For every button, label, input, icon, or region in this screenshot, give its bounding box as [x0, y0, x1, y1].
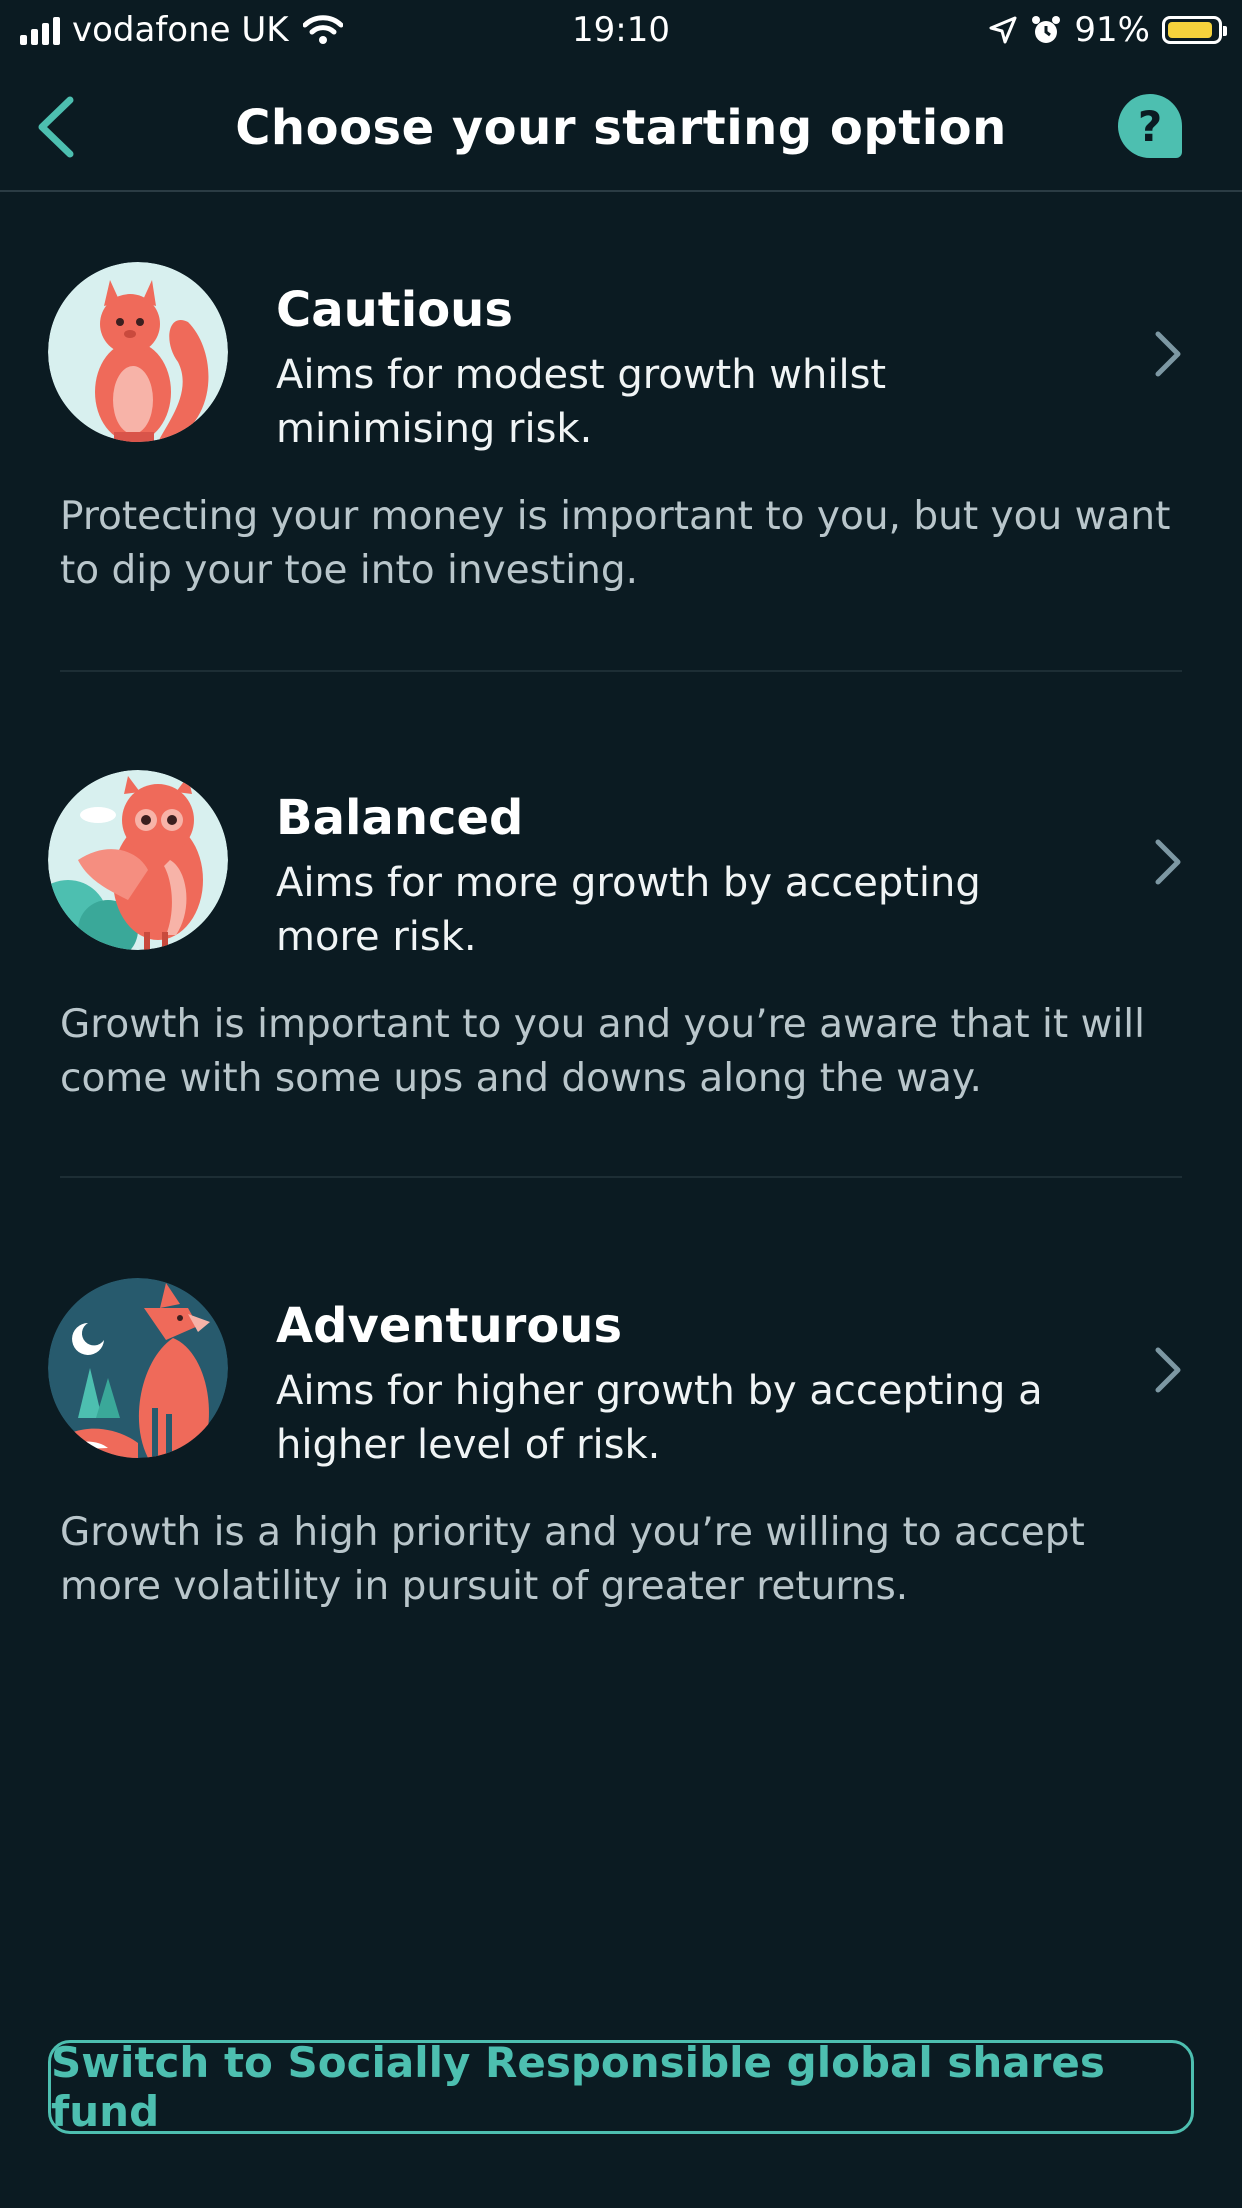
option-subtitle: Aims for modest growth whilst minimising… [276, 352, 887, 452]
location-icon [989, 16, 1017, 44]
squirrel-illustration [48, 262, 228, 442]
option-subtitle: Aims for more growth by accepting more r… [276, 860, 981, 960]
divider [60, 1176, 1182, 1178]
question-icon: ? [1137, 101, 1163, 151]
battery-icon [1162, 16, 1227, 44]
option-description: Growth is a high priority and you’re wil… [60, 1510, 1085, 1609]
option-description: Protecting your money is important to yo… [60, 494, 1171, 593]
chevron-right-icon [1155, 839, 1181, 885]
option-name: Balanced [276, 790, 524, 846]
help-button[interactable]: ? [1118, 94, 1182, 158]
option-adventurous[interactable]: Adventurous Aims for higher growth by ac… [0, 1278, 1242, 1678]
divider [60, 670, 1182, 672]
chevron-right-icon [1155, 331, 1181, 377]
status-bar: vodafone UK 19:10 91% [0, 0, 1242, 64]
switch-fund-button[interactable]: Switch to Socially Responsible global sh… [48, 2038, 1194, 2136]
battery-percent: 91% [1074, 10, 1150, 50]
option-subtitle: Aims for higher growth by accepting a hi… [276, 1368, 1043, 1468]
nav-bar: Choose your starting option ? [0, 64, 1242, 192]
fox-illustration [48, 1278, 228, 1458]
option-name: Cautious [276, 282, 513, 338]
alarm-icon [1032, 16, 1061, 43]
owl-illustration [48, 770, 228, 950]
battery-fill [1168, 22, 1212, 38]
page-title: Choose your starting option [235, 100, 1007, 156]
option-description: Growth is important to you and you’re aw… [60, 1002, 1145, 1101]
option-balanced[interactable]: Balanced Aims for more growth by accepti… [0, 770, 1242, 1170]
chevron-right-icon [1155, 1347, 1181, 1393]
status-right: 91% [988, 10, 1227, 50]
option-name: Adventurous [276, 1298, 623, 1354]
option-cautious[interactable]: Cautious Aims for modest growth whilst m… [0, 262, 1242, 662]
